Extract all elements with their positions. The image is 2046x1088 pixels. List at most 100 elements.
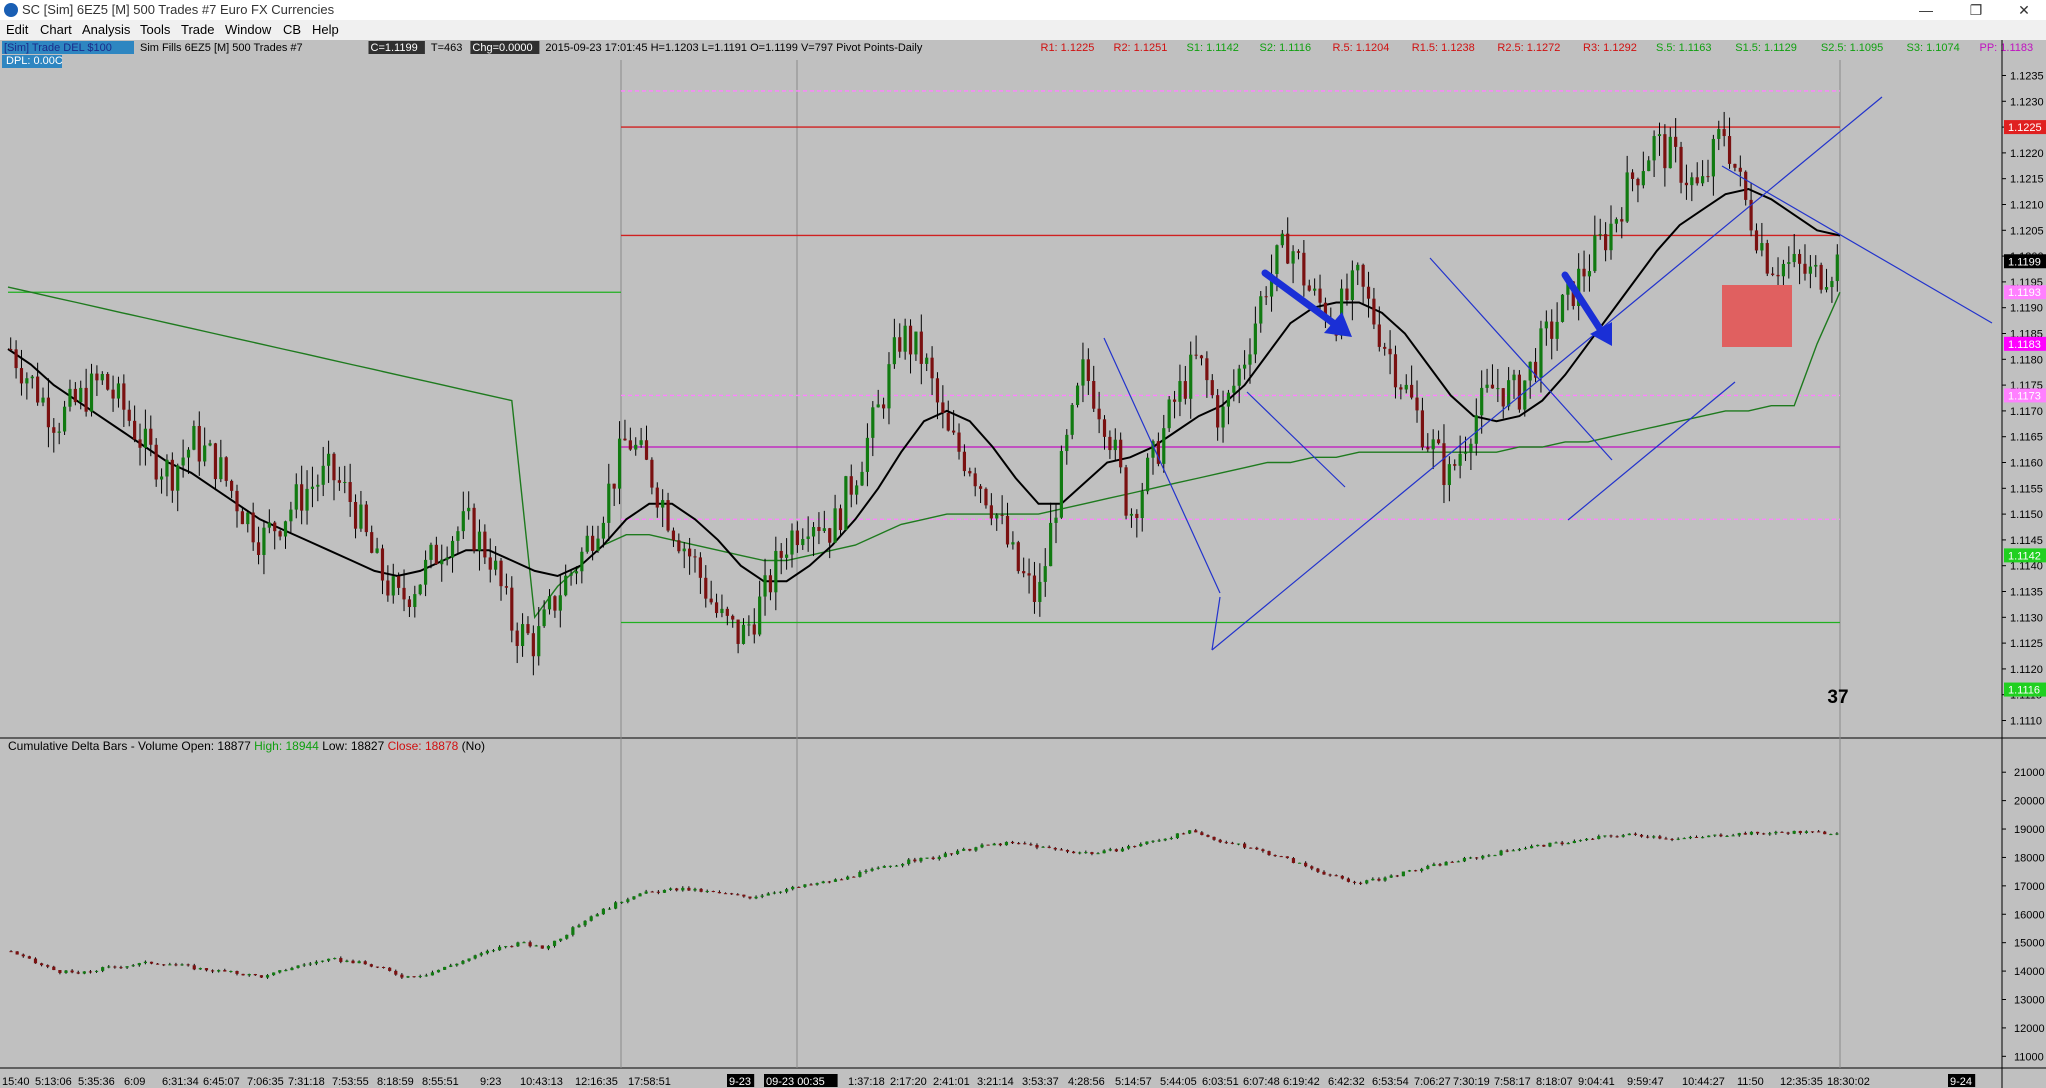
time-label-17: 1:37:18	[848, 1076, 885, 1088]
delta-bar-200	[1230, 842, 1234, 844]
time-label-10: 8:55:51	[422, 1076, 459, 1088]
candle-body-297	[1609, 223, 1613, 251]
delta-bar-252	[1548, 842, 1552, 847]
candle-body-267	[1447, 464, 1451, 486]
delta-bar-85	[528, 942, 532, 947]
candle-body-82	[450, 540, 455, 558]
time-label-19: 2:41:01	[933, 1076, 970, 1088]
candle-body-141	[768, 575, 773, 593]
delta-bar-130	[803, 884, 807, 887]
delta-bar-274	[1682, 838, 1686, 840]
candle-body-216	[1172, 399, 1177, 402]
menu-cb[interactable]: CB	[283, 22, 301, 37]
menu-chart[interactable]: Chart	[40, 22, 72, 37]
close-button[interactable]: ✕	[2004, 0, 2044, 20]
delta-bar-83	[516, 942, 520, 947]
delta-label-6: 15000	[2014, 938, 2045, 950]
candle-body-47	[262, 527, 266, 555]
delta-bar-216	[1328, 874, 1332, 876]
price-label-0: 1.1235	[2010, 70, 2044, 82]
candle-body-192	[1043, 566, 1047, 582]
candle-body-163	[887, 364, 891, 409]
menu-edit[interactable]: Edit	[6, 22, 28, 37]
time-label-23: 5:14:57	[1115, 1076, 1152, 1088]
delta-bar-47	[296, 965, 300, 968]
candle-body-223	[1210, 380, 1214, 396]
menu-trade[interactable]: Trade	[181, 22, 214, 37]
delta-bar-58	[363, 961, 367, 965]
delta-bar-283	[1737, 833, 1741, 836]
candle-body-171	[930, 357, 934, 379]
menu-analysis[interactable]: Analysis	[82, 22, 130, 37]
candle-body-204	[1108, 436, 1112, 451]
candle-body-187	[1016, 542, 1020, 572]
candle-body-118	[644, 440, 649, 460]
menu-tools[interactable]: Tools	[140, 22, 170, 37]
delta-bar-167	[1029, 844, 1033, 846]
price-marker-2: 1.1193	[2008, 287, 2041, 299]
delta-bar-10	[70, 970, 74, 973]
delta-bar-193	[1188, 830, 1192, 834]
candle-body-133	[725, 608, 729, 616]
delta-bar-65	[406, 976, 410, 978]
chart-area[interactable]: [Sim] Trade DEL $100 Sim Fills 6EZ5 [M] 5…	[0, 40, 2046, 1088]
menu-window[interactable]: Window	[225, 22, 271, 37]
header-segment-5: 2015-09-23 17:01:45 H=1.1203 L=1.1191 O=…	[545, 42, 922, 54]
delta-bar-176	[1084, 852, 1088, 854]
delta-bar-145	[894, 865, 899, 867]
candle-body-125	[682, 548, 686, 552]
candle-body-46	[256, 542, 261, 555]
candle-body-166	[903, 325, 907, 352]
delta-bar-214	[1316, 868, 1320, 872]
delta-bar-179	[1102, 850, 1106, 854]
delta-bar-0	[9, 951, 13, 953]
maximize-button[interactable]: ❐	[1956, 0, 1996, 20]
delta-bar-281	[1725, 835, 1729, 837]
delta-bar-190	[1169, 838, 1173, 840]
delta-bar-73	[455, 963, 459, 966]
price-label-21: 1.1130	[2010, 612, 2043, 624]
time-label-22: 4:28:56	[1068, 1076, 1105, 1088]
delta-bar-223	[1371, 878, 1375, 881]
candle-body-89	[488, 557, 492, 570]
candle-body-33	[186, 449, 191, 458]
delta-label-2: 19000	[2014, 824, 2045, 836]
price-label-3: 1.1220	[2010, 148, 2044, 160]
delta-bar-27	[174, 964, 178, 966]
delta-bar-35	[223, 970, 227, 972]
delta-label-4: 17000	[2014, 881, 2045, 893]
delta-bar-147	[907, 859, 911, 864]
candle-body-265	[1436, 439, 1441, 444]
candle-body-261	[1415, 397, 1419, 411]
delta-bar-266	[1633, 833, 1638, 835]
time-label-18: 2:17:20	[890, 1076, 927, 1088]
time-label-8: 7:53:55	[332, 1076, 369, 1088]
delta-bar-100	[620, 901, 624, 903]
delta-bar-265	[1627, 833, 1631, 836]
delta-bar-198	[1218, 839, 1222, 843]
delta-bar-77	[479, 953, 483, 956]
header-segment-4: Chg=0.0000	[472, 42, 532, 54]
delta-bar-94	[583, 920, 587, 926]
candle-body-67	[370, 532, 374, 553]
menu-help[interactable]: Help	[312, 22, 339, 37]
delta-bar-78	[485, 950, 489, 954]
candle-body-114	[623, 438, 627, 441]
candle-body-271	[1469, 443, 1473, 453]
delta-header-part-3: Low: 18827	[322, 739, 387, 753]
delta-bar-151	[931, 857, 935, 860]
candle-body-143	[779, 550, 783, 558]
delta-bar-195	[1200, 832, 1204, 836]
candle-body-193	[1049, 522, 1053, 567]
delta-bar-165	[1017, 843, 1021, 845]
delta-bar-39	[247, 973, 251, 976]
candle-body-37	[208, 443, 212, 446]
price-label-13: 1.1170	[2010, 406, 2043, 418]
minimize-button[interactable]: —	[1906, 0, 1946, 20]
delta-bar-239	[1468, 857, 1473, 859]
candle-body-50	[278, 531, 282, 537]
candle-body-92	[504, 586, 509, 588]
candle-body-147	[801, 539, 805, 546]
delta-bar-61	[381, 966, 386, 968]
delta-bar-126	[778, 891, 783, 893]
